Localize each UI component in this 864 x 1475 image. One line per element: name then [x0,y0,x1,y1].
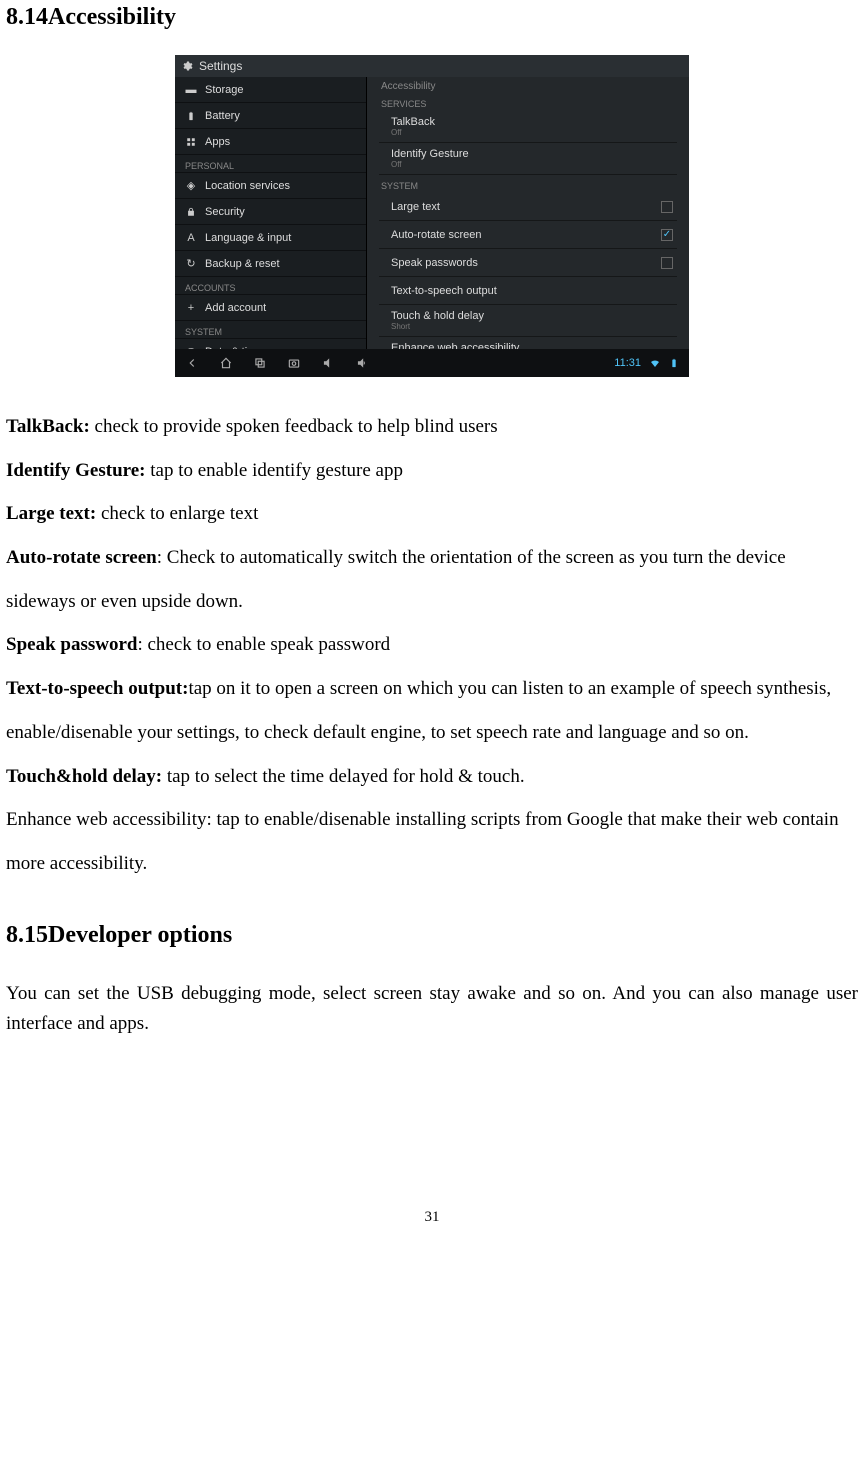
language-icon: A [185,232,197,244]
android-settings-screenshot: Settings ▬ Storage Battery Apps PERSONAL … [175,55,689,377]
setting-sublabel: Short [391,322,484,331]
volume-up-icon[interactable] [355,356,369,370]
def-talkback: TalkBack: check to provide spoken feedba… [6,405,858,449]
system-speak-passwords[interactable]: Speak passwords [379,249,677,277]
def-speak-password: Speak password: check to enable speak pa… [6,623,858,667]
sidebar-item-label: Battery [205,110,240,122]
backup-icon: ↻ [185,258,197,270]
section-heading-815: 8.15Developer options [6,922,858,949]
setting-label: Touch & hold delay [391,310,484,322]
screenshot-icon[interactable] [287,356,301,370]
def-identify-gesture: Identify Gesture: tap to enable identify… [6,449,858,493]
sidebar-item-apps[interactable]: Apps [175,129,366,155]
system-touch-hold[interactable]: Touch & hold delayShort [379,305,677,337]
sidebar-item-datetime[interactable]: ◷Date & time [175,339,366,349]
sidebar-item-label: Language & input [205,232,291,244]
sidebar-section-system: SYSTEM [175,321,366,339]
def-enhance-web: Enhance web accessibility: tap to enable… [6,798,858,885]
sidebar-section-accounts: ACCOUNTS [175,277,366,295]
sidebar-item-backup[interactable]: ↻ Backup & reset [175,251,366,277]
sidebar-item-label: Backup & reset [205,258,280,270]
service-identify-gesture[interactable]: Identify GestureOff [379,143,677,175]
back-icon[interactable] [185,356,199,370]
def-tts: Text-to-speech output:tap on it to open … [6,667,858,754]
sidebar-item-label: Security [205,206,245,218]
section-815-body: You can set the USB debugging mode, sele… [6,979,858,1040]
sidebar-item-label: Storage [205,84,244,96]
setting-label: Enhance web accessibility [391,342,519,349]
apps-icon [185,136,197,148]
recent-apps-icon[interactable] [253,356,267,370]
system-auto-rotate[interactable]: Auto-rotate screen [379,221,677,249]
sidebar-item-label: Location services [205,180,290,192]
battery-icon [185,110,197,122]
service-talkback[interactable]: TalkBackOff [379,111,677,143]
settings-sidebar: ▬ Storage Battery Apps PERSONAL ◈ Location… [175,77,367,349]
system-large-text[interactable]: Large text [379,193,677,221]
status-time: 11:31 [614,357,641,369]
detail-section-system: SYSTEM [379,175,677,193]
battery-status-icon [669,357,679,369]
location-icon: ◈ [185,180,197,192]
system-enhance-web[interactable]: Enhance web accessibilityNot allowed [379,337,677,349]
sidebar-item-location[interactable]: ◈ Location services [175,173,366,199]
gear-icon [181,60,193,72]
system-tts[interactable]: Text-to-speech output [379,277,677,305]
detail-section-services: SERVICES [379,93,677,111]
android-navbar: 11:31 [175,349,689,377]
setting-sublabel: Off [391,128,435,137]
definitions-block: TalkBack: check to provide spoken feedba… [6,405,858,886]
app-title: Settings [199,59,242,73]
sidebar-item-storage[interactable]: ▬ Storage [175,77,366,103]
sidebar-section-personal: PERSONAL [175,155,366,173]
checkbox-checked-icon[interactable] [661,229,673,241]
screenshot-container: Settings ▬ Storage Battery Apps PERSONAL … [6,55,858,377]
plus-icon: + [185,302,197,314]
sidebar-item-label: Apps [205,136,230,148]
page-number: 31 [6,1209,858,1226]
setting-sublabel: Off [391,160,469,169]
wifi-icon [649,357,661,369]
home-icon[interactable] [219,356,233,370]
sidebar-item-language[interactable]: A Language & input [175,225,366,251]
sidebar-item-label: Add account [205,302,266,314]
setting-label: Text-to-speech output [391,285,497,297]
sidebar-item-battery[interactable]: Battery [175,103,366,129]
section-heading-814: 8.14Accessibility [6,4,858,31]
def-touch-hold: Touch&hold delay: tap to select the time… [6,755,858,799]
settings-detail-pane: Accessibility SERVICES TalkBackOff Ident… [367,77,689,349]
sidebar-item-security[interactable]: Security [175,199,366,225]
detail-breadcrumb: Accessibility [379,77,677,93]
setting-label: Large text [391,201,440,213]
lock-icon [185,206,197,218]
def-auto-rotate: Auto-rotate screen: Check to automatical… [6,536,858,623]
checkbox-icon[interactable] [661,257,673,269]
storage-icon: ▬ [185,84,197,96]
volume-down-icon[interactable] [321,356,335,370]
setting-label: Identify Gesture [391,148,469,160]
setting-label: TalkBack [391,116,435,128]
setting-label: Auto-rotate screen [391,229,482,241]
sidebar-item-add-account[interactable]: + Add account [175,295,366,321]
setting-label: Speak passwords [391,257,478,269]
checkbox-icon[interactable] [661,201,673,213]
app-header: Settings [175,55,689,77]
def-large-text: Large text: check to enlarge text [6,492,858,536]
